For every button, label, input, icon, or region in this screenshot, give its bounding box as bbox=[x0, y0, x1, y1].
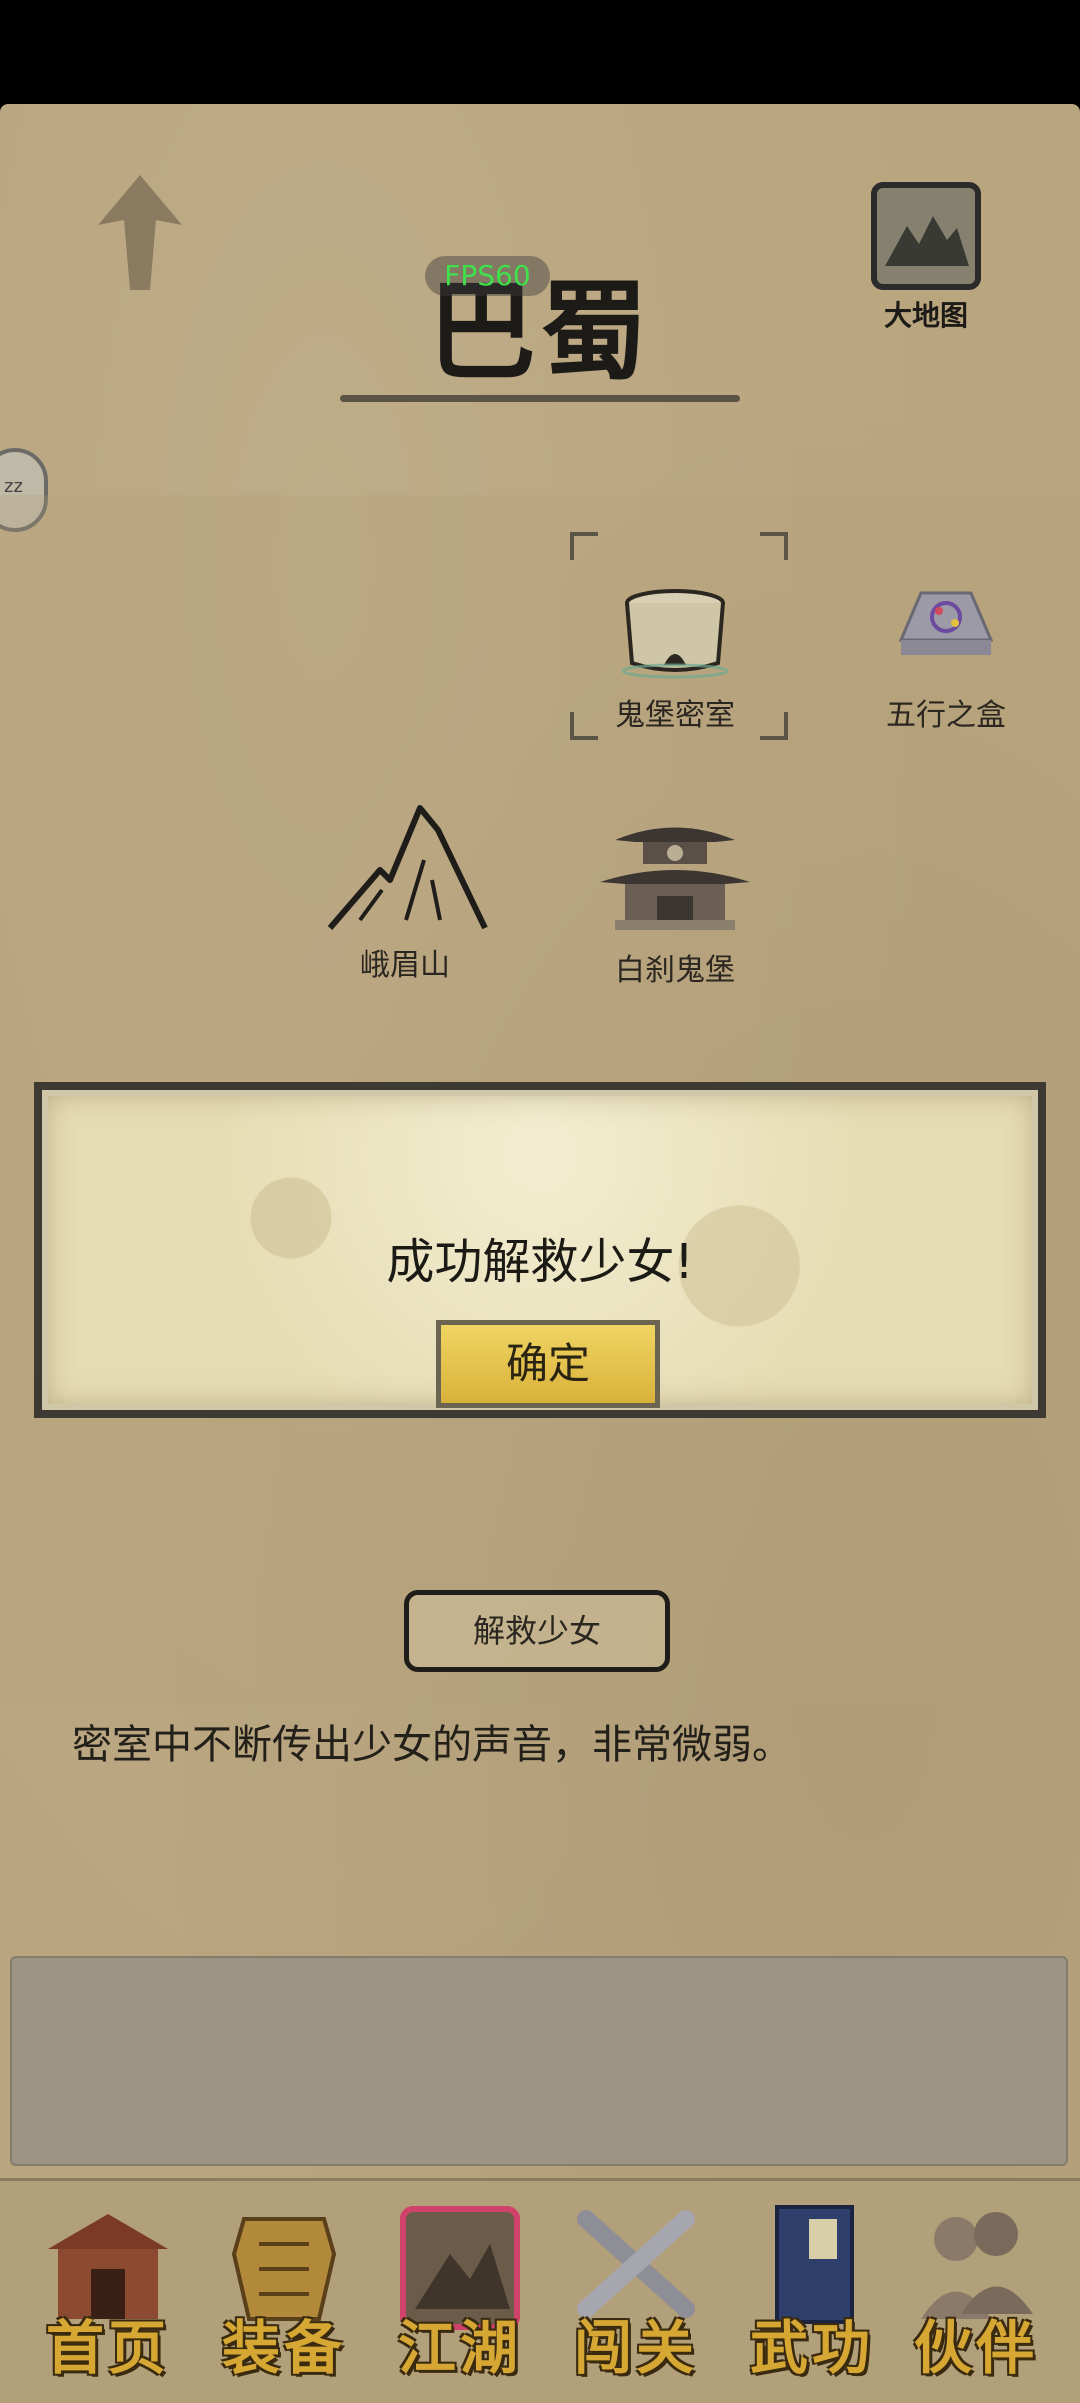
rescue-success-dialog: 成功解救少女! 确定 bbox=[34, 1082, 1046, 1418]
message-log-panel bbox=[10, 1956, 1068, 2166]
nav-partners[interactable]: 伙伴 bbox=[896, 2191, 1056, 2391]
world-map-label: 大地图 bbox=[883, 299, 968, 332]
nav-martial-arts[interactable]: 武功 bbox=[732, 2191, 892, 2391]
status-bar bbox=[0, 0, 1080, 104]
location-baicha-ghost-castle[interactable]: 白刹鬼堡 bbox=[565, 810, 785, 989]
title-divider bbox=[340, 395, 740, 402]
nav-label: 闯关 bbox=[573, 2314, 698, 2382]
location-label: 五行之盒 bbox=[886, 698, 1006, 733]
location-ghost-castle-chamber[interactable]: 鬼堡密室 bbox=[565, 585, 785, 734]
box-icon bbox=[898, 591, 994, 655]
event-description: 密室中不断传出少女的声音，非常微弱。 bbox=[72, 1722, 792, 1768]
nav-equipment[interactable]: 装备 bbox=[204, 2191, 364, 2391]
location-label: 峨眉山 bbox=[360, 948, 450, 983]
focus-corner bbox=[760, 532, 788, 560]
nav-jianghu[interactable]: 江湖 bbox=[380, 2191, 540, 2391]
side-tab-text: zz bbox=[4, 476, 23, 497]
nav-home[interactable]: 首页 bbox=[28, 2191, 188, 2391]
nav-label: 装备 bbox=[221, 2314, 346, 2382]
map-icon bbox=[871, 182, 981, 290]
fps-counter: FPS60 bbox=[425, 256, 550, 296]
bottom-navigation: 首页 装备 江湖 闯关 武功 伙伴 bbox=[0, 2178, 1080, 2403]
pagoda-icon bbox=[600, 827, 750, 930]
focus-corner bbox=[570, 532, 598, 560]
location-five-elements-box[interactable]: 五行之盒 bbox=[836, 585, 1056, 734]
nav-challenge[interactable]: 闯关 bbox=[556, 2191, 716, 2391]
mountain-icon bbox=[327, 805, 488, 930]
world-map-button[interactable]: 大地图 bbox=[868, 182, 984, 342]
nav-label: 伙伴 bbox=[913, 2314, 1038, 2382]
location-label: 白刹鬼堡 bbox=[615, 953, 735, 988]
nav-label: 首页 bbox=[45, 2314, 170, 2382]
nav-label: 武功 bbox=[749, 2314, 874, 2382]
chest-icon bbox=[621, 589, 729, 679]
confirm-button[interactable]: 确定 bbox=[436, 1320, 660, 1408]
location-emei-mountain[interactable]: 峨眉山 bbox=[295, 800, 515, 984]
location-label: 鬼堡密室 bbox=[615, 698, 735, 733]
rescue-girl-button[interactable]: 解救少女 bbox=[404, 1590, 670, 1672]
dialog-message: 成功解救少女! bbox=[386, 1234, 694, 1290]
nav-label: 江湖 bbox=[397, 2314, 522, 2382]
